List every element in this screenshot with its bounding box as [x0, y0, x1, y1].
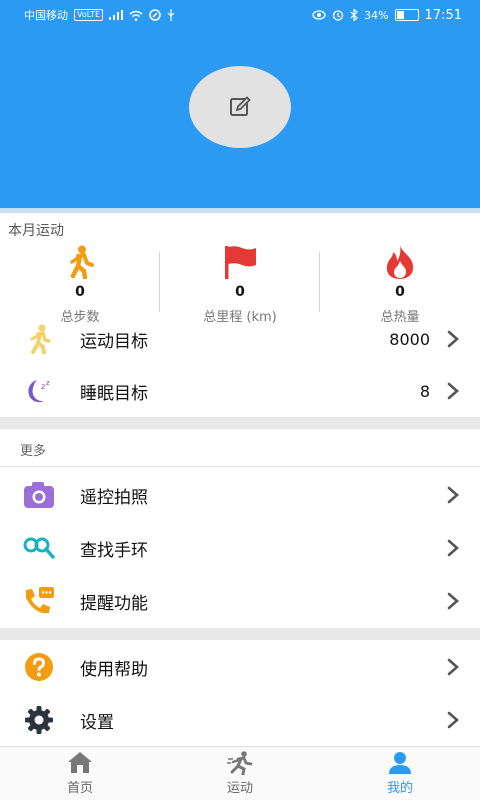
exercise-goal-label: 运动目标: [80, 331, 148, 352]
chevron-right-icon: [447, 382, 459, 400]
tab-mine[interactable]: 我的: [320, 751, 480, 796]
carrier-name: 中国移动: [24, 9, 68, 22]
remote-camera-label: 遥控拍照: [80, 487, 148, 508]
battery-percent: 34%: [364, 8, 389, 22]
more-section-title: 更多: [20, 444, 47, 459]
chevron-right-icon: [447, 330, 459, 348]
home-icon: [68, 752, 92, 773]
alarm-icon: [332, 10, 344, 21]
clock-time: 17:51: [424, 7, 462, 23]
sleep-goal-row[interactable]: z z 睡眠目标 8: [0, 364, 480, 418]
gear-icon: [22, 703, 56, 737]
stat-divider: [319, 252, 320, 312]
tab-home-label: 首页: [66, 781, 93, 796]
help-icon: [22, 650, 56, 684]
header-divider: [0, 208, 480, 213]
chevron-right-icon: [447, 658, 459, 676]
tab-sport[interactable]: 运动: [160, 751, 320, 796]
remote-camera-row[interactable]: 遥控拍照: [0, 468, 480, 522]
exercise-goal-icon: [22, 322, 56, 356]
find-band-row[interactable]: 查找手环: [0, 521, 480, 575]
status-left: 中国移动 VoLTE: [24, 7, 175, 23]
section-gap: [0, 628, 480, 640]
battery-icon: [394, 9, 419, 21]
steps-value: 0: [75, 284, 85, 300]
profile-icon: [389, 752, 411, 774]
exercise-goal-value: 8000: [389, 329, 430, 349]
tab-home[interactable]: 首页: [0, 751, 160, 796]
stat-divider: [159, 252, 160, 312]
chevron-right-icon: [447, 592, 459, 610]
running-icon: [227, 751, 253, 775]
edit-profile-button[interactable]: [189, 66, 291, 148]
settings-label: 设置: [80, 712, 114, 733]
data-saver-icon: [149, 9, 161, 21]
volte-badge: VoLTE: [74, 9, 104, 21]
help-label: 使用帮助: [80, 659, 148, 680]
find-band-label: 查找手环: [80, 540, 148, 561]
usb-icon: [167, 9, 175, 21]
chevron-right-icon: [447, 711, 459, 729]
divider: [0, 466, 480, 467]
tab-mine-label: 我的: [386, 781, 413, 796]
fire-icon: [320, 244, 480, 280]
svg-text:z: z: [46, 379, 50, 387]
calories-value: 0: [395, 284, 405, 300]
reminder-phone-icon: [22, 584, 56, 618]
reminder-row[interactable]: 提醒功能: [0, 574, 480, 628]
reminder-label: 提醒功能: [80, 593, 148, 614]
help-row[interactable]: 使用帮助: [0, 640, 480, 694]
wifi-icon: [129, 10, 143, 21]
chevron-right-icon: [447, 539, 459, 557]
status-right: 34% 17:51: [312, 8, 462, 23]
bottom-tab-bar: 首页 运动 我的: [0, 746, 480, 800]
edit-icon: [230, 96, 251, 116]
bluetooth-icon: [350, 9, 358, 21]
eye-comfort-icon: [312, 10, 326, 20]
sleep-goal-label: 睡眠目标: [80, 383, 148, 404]
exercise-goal-row[interactable]: 运动目标 8000: [0, 312, 480, 366]
find-band-icon: [22, 531, 56, 565]
distance-value: 0: [235, 284, 245, 300]
svg-text:z: z: [41, 382, 45, 391]
red-flag-icon: [160, 244, 320, 280]
chevron-right-icon: [447, 486, 459, 504]
status-bar: 中国移动 VoLTE 34% 17:51: [0, 0, 480, 30]
sleep-moon-icon: z z: [22, 374, 56, 408]
walking-person-icon: [0, 244, 160, 280]
settings-row[interactable]: 设置: [0, 693, 480, 747]
section-gap: [0, 417, 480, 429]
camera-icon: [22, 478, 56, 512]
sleep-goal-value: 8: [419, 381, 430, 401]
signal-icon: [109, 10, 124, 20]
monthly-section-title: 本月运动: [8, 223, 64, 239]
tab-sport-label: 运动: [226, 781, 253, 796]
